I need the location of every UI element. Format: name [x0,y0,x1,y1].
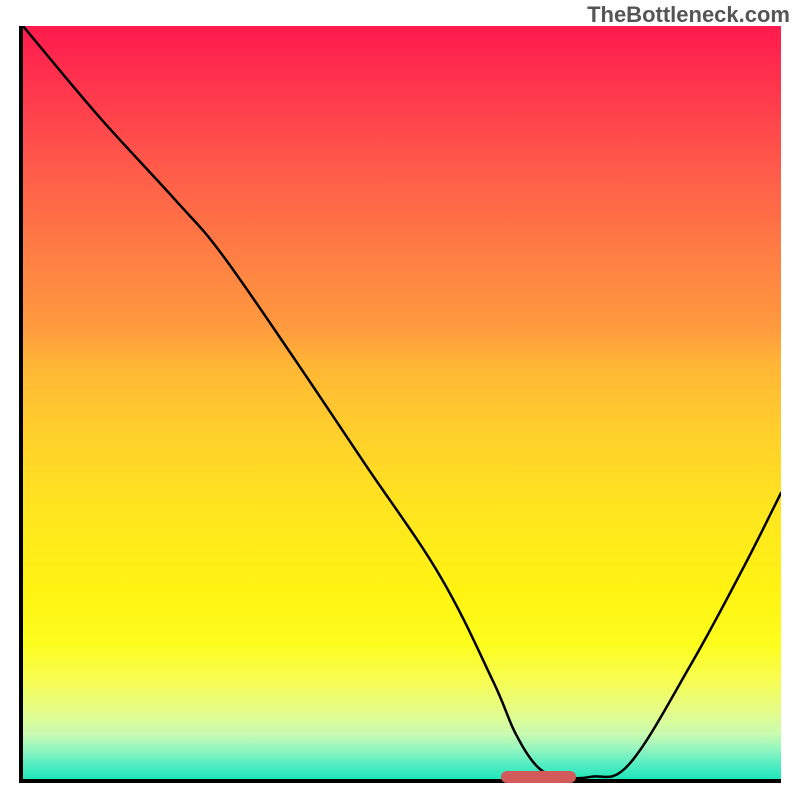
bottleneck-chart: TheBottleneck.com [0,0,800,800]
optimal-range-marker [501,771,577,783]
curve-layer [23,26,781,779]
watermark-text: TheBottleneck.com [587,2,790,28]
bottleneck-curve-path [23,26,781,778]
plot-area [19,26,781,783]
